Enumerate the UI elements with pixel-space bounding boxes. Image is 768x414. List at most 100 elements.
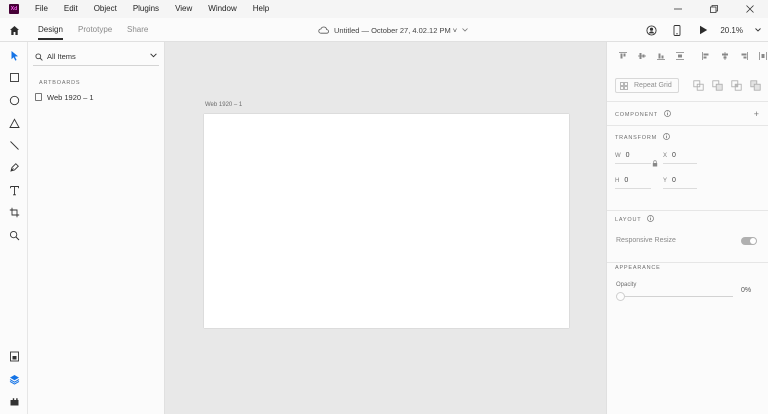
device-preview-button[interactable] xyxy=(664,18,690,42)
y-field[interactable]: Y 0 xyxy=(663,177,676,184)
transform-heading: TRANSFORM xyxy=(615,133,670,142)
topbar-right: 20.1% xyxy=(638,18,768,42)
plugins-button[interactable] xyxy=(0,390,28,412)
plugin-icon xyxy=(10,397,18,405)
text-tool[interactable] xyxy=(0,179,28,201)
opacity-slider-handle[interactable] xyxy=(616,292,625,301)
opacity-value[interactable]: 0% xyxy=(741,287,751,294)
rectangle-tool[interactable] xyxy=(0,66,28,88)
menu-object[interactable]: Object xyxy=(86,0,125,18)
design-canvas[interactable]: Web 1920 – 1 xyxy=(165,42,606,414)
info-icon[interactable] xyxy=(664,110,671,119)
share-user-button[interactable] xyxy=(638,18,664,42)
align-controls xyxy=(615,50,768,62)
distribute-horizontal-icon xyxy=(759,52,767,60)
layers-filter-label[interactable]: All Items xyxy=(47,52,76,61)
mobile-device-icon xyxy=(673,24,681,36)
document-assets-button[interactable] xyxy=(0,345,28,367)
height-label: H xyxy=(615,177,620,184)
repeat-grid-label: Repeat Grid xyxy=(634,82,672,89)
align-right-button[interactable] xyxy=(736,50,752,62)
artboard-title[interactable]: Web 1920 – 1 xyxy=(205,102,242,108)
zoom-control[interactable]: 20.1% xyxy=(716,26,768,35)
tab-share[interactable]: Share xyxy=(127,18,148,42)
y-value[interactable]: 0 xyxy=(672,177,676,184)
align-top-button[interactable] xyxy=(615,50,631,62)
repeat-grid-button[interactable]: Repeat Grid xyxy=(615,78,679,93)
zoom-level[interactable]: 20.1% xyxy=(720,26,743,35)
subtract-shape-icon[interactable] xyxy=(712,80,723,91)
menu-edit[interactable]: Edit xyxy=(56,0,86,18)
align-center-icon xyxy=(722,52,728,60)
height-value[interactable]: 0 xyxy=(624,177,628,184)
height-underline xyxy=(615,188,651,189)
artboard[interactable] xyxy=(204,114,569,328)
document-title[interactable]: Untitled — October 27, 4.02.12 PM ˅ xyxy=(334,26,457,35)
layers-panel: All Items ARTBOARDS Web 1920 – 1 xyxy=(28,42,165,414)
layers-filter[interactable]: All Items xyxy=(33,48,159,66)
document-title-area[interactable]: Untitled — October 27, 4.02.12 PM ˅ xyxy=(318,18,468,42)
home-icon xyxy=(9,25,19,35)
align-center-button[interactable] xyxy=(717,50,733,62)
layers-button[interactable] xyxy=(0,368,28,390)
y-underline xyxy=(663,188,697,189)
align-middle-button[interactable] xyxy=(634,50,650,62)
ellipse-tool[interactable] xyxy=(0,89,28,111)
layer-artboard-row[interactable]: Web 1920 – 1 xyxy=(35,91,94,103)
lock-aspect-icon[interactable] xyxy=(652,160,658,167)
intersect-shape-icon[interactable] xyxy=(731,80,742,91)
tools-toolbar xyxy=(0,42,28,414)
opacity-slider-track[interactable] xyxy=(621,296,733,297)
align-middle-icon xyxy=(638,53,646,59)
distribute-horizontal-button[interactable] xyxy=(755,50,768,62)
top-toolbar: Design Prototype Share Untitled — Octobe… xyxy=(0,18,768,42)
repeat-grid-icon xyxy=(620,81,628,90)
responsive-resize-toggle[interactable] xyxy=(741,237,757,245)
line-tool[interactable] xyxy=(0,134,28,156)
menu-file[interactable]: File xyxy=(27,0,56,18)
menu-view[interactable]: View xyxy=(167,0,200,18)
artboard-tool[interactable] xyxy=(0,201,28,223)
transform-heading-label: TRANSFORM xyxy=(615,134,658,141)
desktop-preview-button[interactable] xyxy=(690,18,716,42)
select-tool[interactable] xyxy=(0,44,28,66)
height-field[interactable]: H 0 xyxy=(615,177,628,184)
menu-window[interactable]: Window xyxy=(200,0,244,18)
home-button[interactable] xyxy=(0,18,28,42)
artboard-layer-label[interactable]: Web 1920 – 1 xyxy=(47,93,94,102)
align-left-button[interactable] xyxy=(698,50,714,62)
width-value[interactable]: 0 xyxy=(626,152,630,159)
component-heading: COMPONENT xyxy=(615,110,671,119)
pen-tool[interactable] xyxy=(0,156,28,178)
distribute-vertical-button[interactable] xyxy=(672,50,688,62)
x-underline xyxy=(663,163,697,164)
info-icon[interactable] xyxy=(647,215,655,224)
x-field[interactable]: X 0 xyxy=(663,152,676,159)
menu-plugins[interactable]: Plugins xyxy=(125,0,167,18)
restore-icon xyxy=(710,5,718,13)
align-bottom-button[interactable] xyxy=(653,50,669,62)
responsive-resize-label: Responsive Resize xyxy=(616,237,676,244)
info-icon[interactable] xyxy=(663,133,670,142)
polygon-tool[interactable] xyxy=(0,112,28,134)
line-icon xyxy=(9,140,19,150)
tab-prototype[interactable]: Prototype xyxy=(78,18,112,42)
exclude-shape-icon[interactable] xyxy=(750,80,761,91)
align-section: Repeat Grid xyxy=(607,42,768,102)
chevron-down-icon xyxy=(462,28,468,32)
toggle-knob xyxy=(750,238,756,244)
window-controls xyxy=(660,0,768,18)
appearance-heading: APPEARANCE xyxy=(615,265,661,271)
close-button[interactable] xyxy=(732,0,768,18)
menu-help[interactable]: Help xyxy=(245,0,277,18)
zoom-tool[interactable] xyxy=(0,224,28,246)
x-value[interactable]: 0 xyxy=(672,152,676,159)
add-component-button[interactable]: + xyxy=(754,109,759,119)
restore-button[interactable] xyxy=(696,0,732,18)
cloud-sync-icon xyxy=(318,26,329,34)
tab-design[interactable]: Design xyxy=(38,18,63,42)
minimize-button[interactable] xyxy=(660,0,696,18)
add-shape-icon[interactable] xyxy=(693,80,704,91)
width-field[interactable]: W 0 xyxy=(615,152,630,159)
property-inspector: Repeat Grid COMPONENT + TRANSFORM W 0 X … xyxy=(606,42,768,414)
